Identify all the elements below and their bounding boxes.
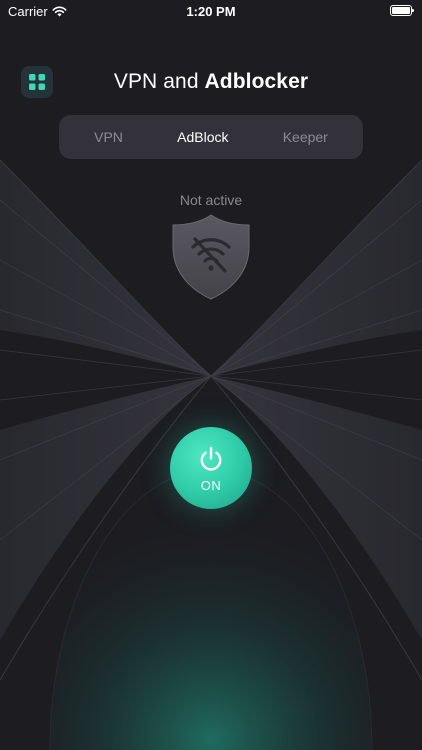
power-label: ON xyxy=(200,478,222,493)
background-graphic xyxy=(0,159,422,750)
connection-status: Not active xyxy=(179,192,243,208)
status-time: 1:20 PM xyxy=(186,4,236,19)
status-bar: Carrier 1:20 PM xyxy=(0,0,422,22)
battery-icon xyxy=(390,5,414,16)
tab-adblock[interactable]: AdBlock xyxy=(167,121,238,153)
tab-vpn[interactable]: VPN xyxy=(84,121,133,153)
power-button[interactable]: ON xyxy=(170,427,252,509)
tab-keeper[interactable]: Keeper xyxy=(273,121,338,153)
segmented-tabs: VPN AdBlock Keeper xyxy=(59,115,363,159)
title-bold: Adblocker xyxy=(204,70,309,93)
app-screen: Carrier 1:20 PM VPN and Adblocker VPN Ad… xyxy=(0,0,422,750)
title-light: VPN and xyxy=(113,70,199,93)
power-icon xyxy=(200,446,222,471)
shield-wifi-off-icon xyxy=(172,214,250,300)
page-title: VPN and Adblocker xyxy=(0,70,422,94)
